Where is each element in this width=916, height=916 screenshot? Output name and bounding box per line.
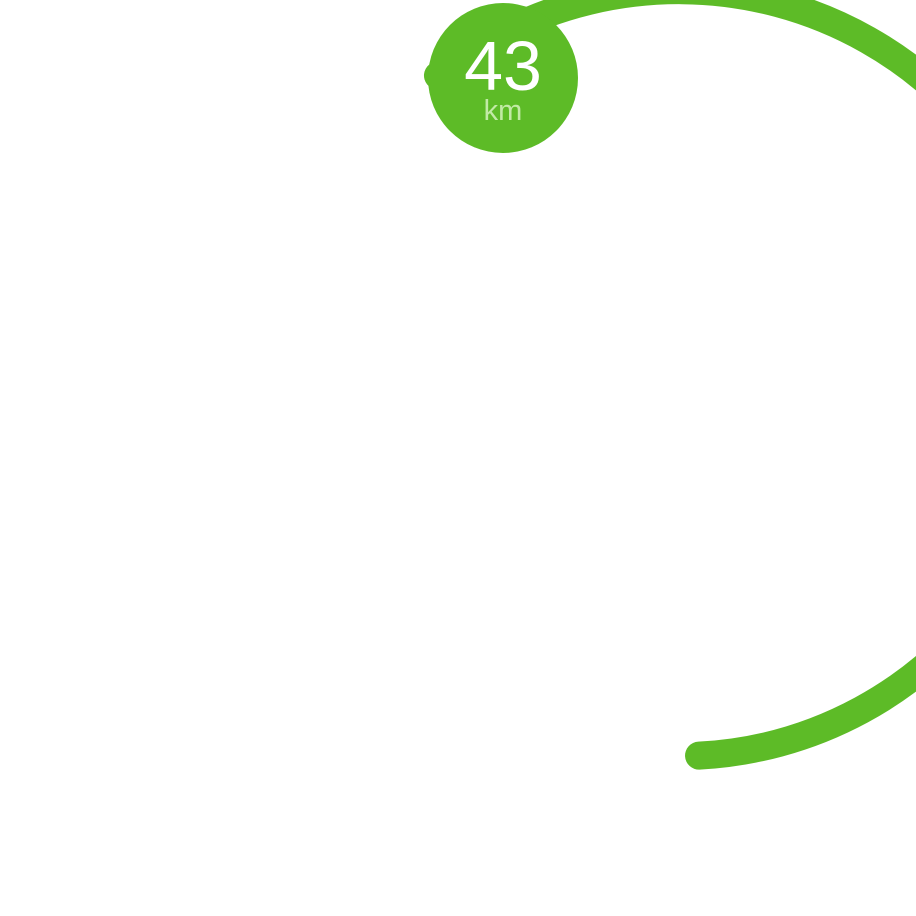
distance-badge: 43 km <box>428 3 578 153</box>
distance-value: 43 <box>464 27 542 105</box>
distance-unit: km <box>483 95 523 127</box>
